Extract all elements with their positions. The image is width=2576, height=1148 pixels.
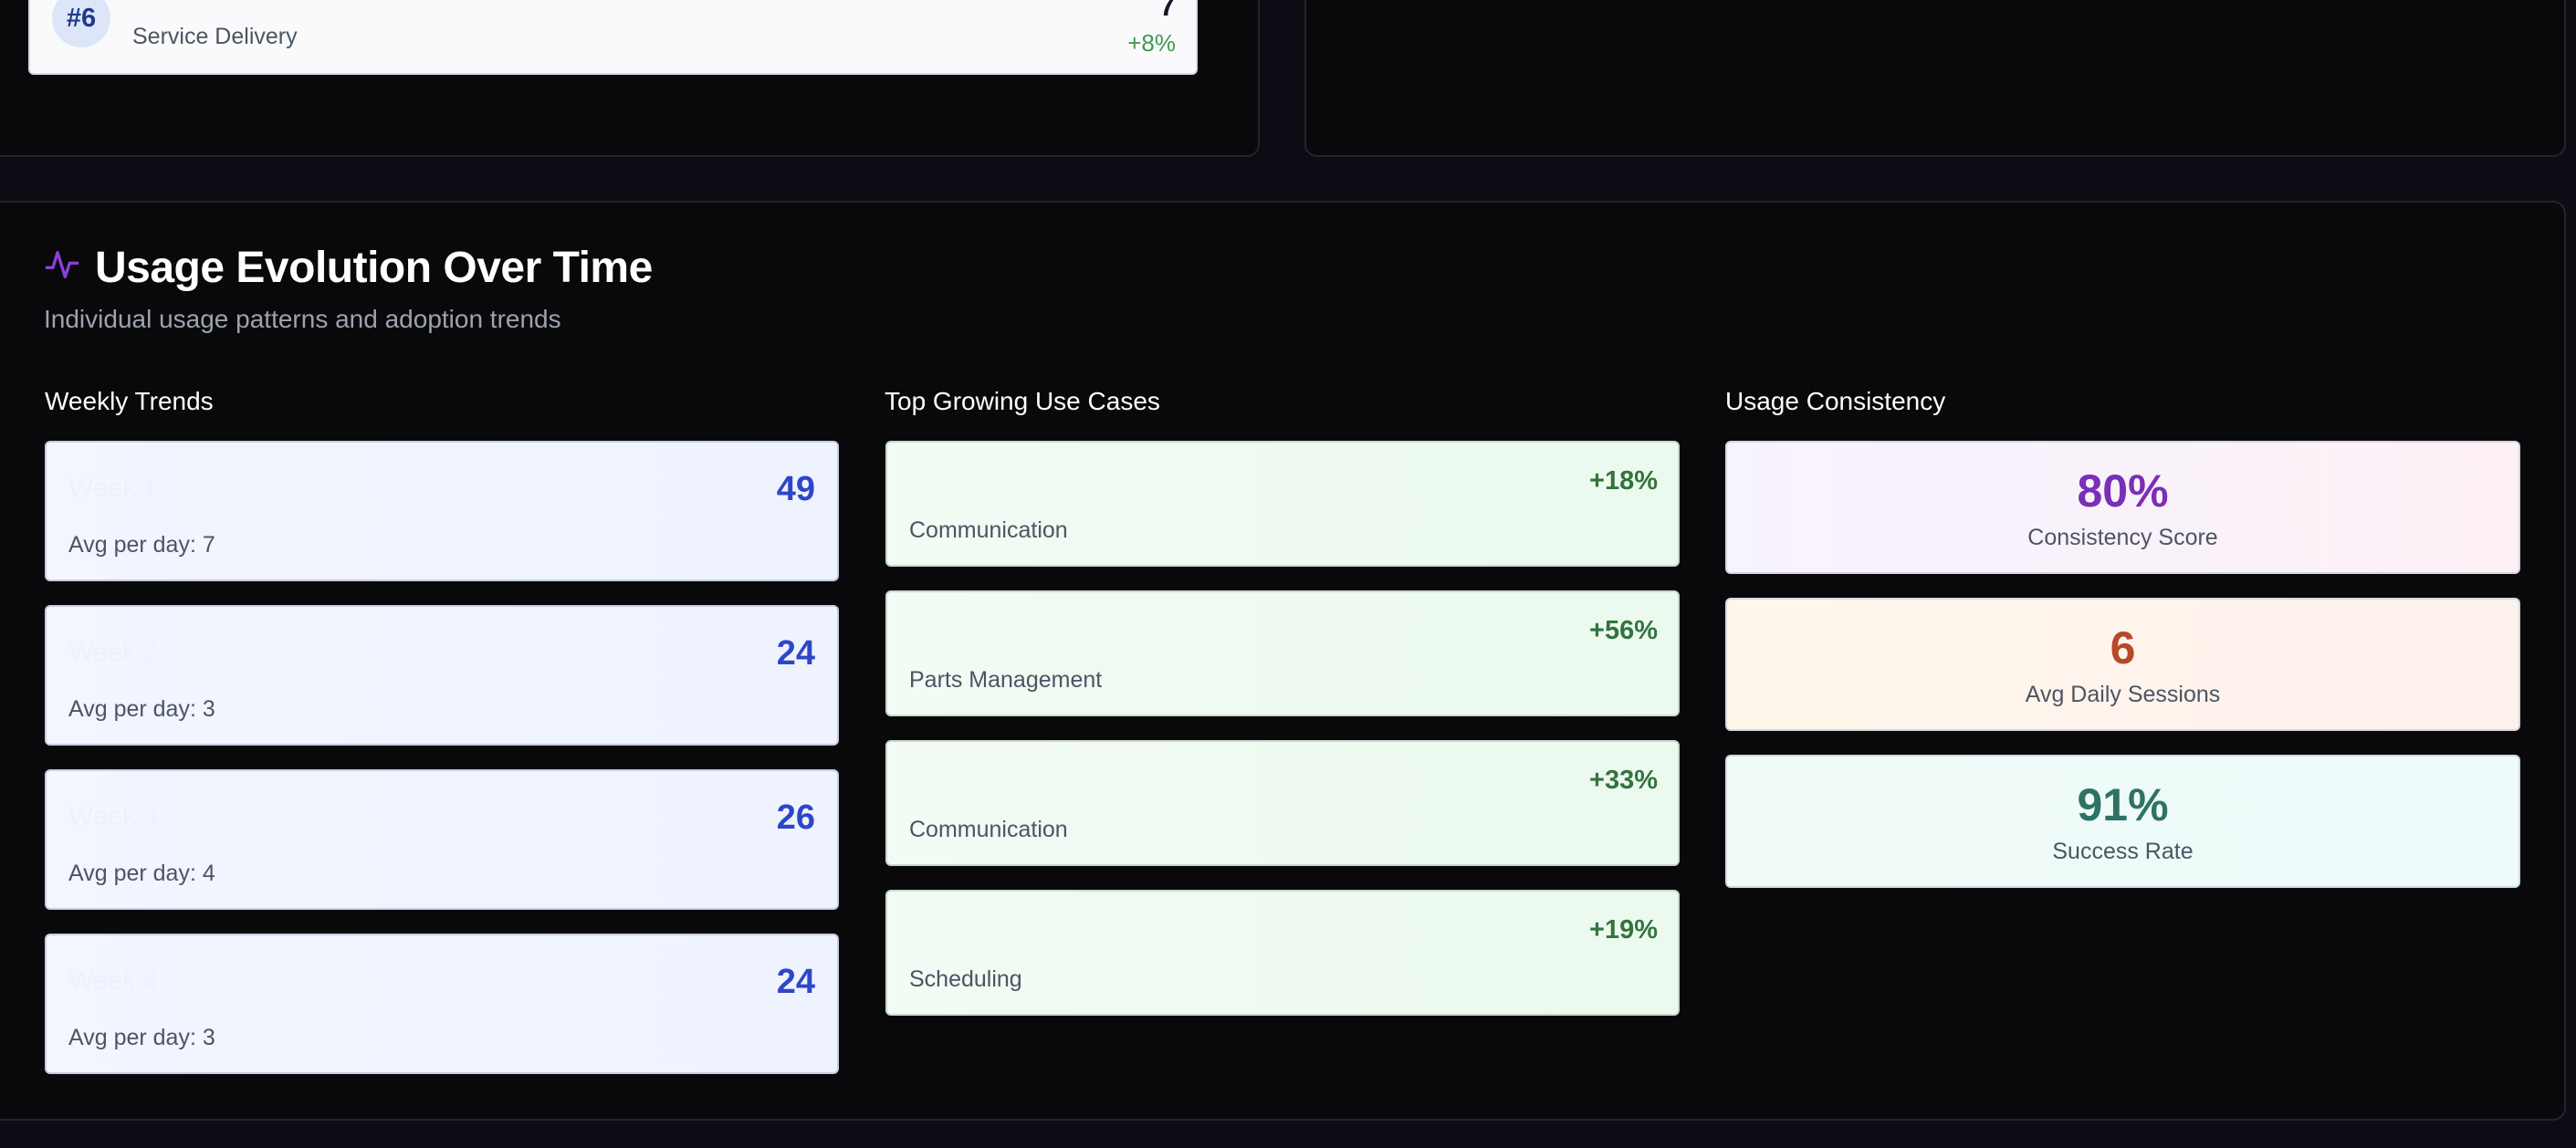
week-card[interactable]: Week 2 24 Avg per day: 3 [45, 605, 839, 746]
use-case-name: Parts Management [909, 667, 1103, 693]
metric-value: 91% [2077, 779, 2169, 830]
usage-consistency-title: Usage Consistency [1725, 387, 1946, 415]
week-avg: Avg per day: 4 [68, 861, 215, 886]
success-rate-card[interactable]: 91% Success Rate [1725, 755, 2520, 888]
activity-pulse-icon [45, 251, 79, 278]
metric-value: 6 [2110, 622, 2136, 673]
week-avg: Avg per day: 3 [68, 1025, 215, 1050]
use-case-growth: +33% [1589, 766, 1658, 795]
week-total: 26 [776, 798, 815, 837]
use-case-growth: +19% [1589, 915, 1658, 944]
use-case-growth: +56% [1589, 616, 1658, 645]
section-subtitle: Individual usage patterns and adoption t… [44, 305, 561, 333]
rank-badge: #6 [52, 0, 110, 47]
week-label: Week 4 [68, 966, 158, 996]
ranking-change: +8% [1127, 29, 1176, 57]
use-case-card[interactable]: +56% Parts Management [885, 590, 1680, 716]
side-panel [1304, 0, 2566, 157]
week-card[interactable]: Week 4 24 Avg per day: 3 [45, 934, 839, 1074]
top-growing-title: Top Growing Use Cases [885, 387, 1160, 415]
week-card[interactable]: Week 1 49 Avg per day: 7 [45, 441, 839, 581]
use-case-card[interactable]: +19% Scheduling [885, 890, 1680, 1016]
ranking-card[interactable]: #6 Service Delivery 7 +8% [28, 0, 1198, 75]
use-case-card[interactable]: +18% Communication [885, 441, 1680, 567]
ranking-name: Service Delivery [132, 24, 298, 49]
ranking-count: 7 [1159, 0, 1176, 22]
consistency-score-card[interactable]: 80% Consistency Score [1725, 441, 2520, 574]
week-avg: Avg per day: 3 [68, 696, 215, 722]
section-title: Usage Evolution Over Time [95, 244, 653, 292]
week-total: 49 [776, 470, 815, 508]
use-case-card[interactable]: +33% Communication [885, 740, 1680, 866]
use-case-name: Communication [909, 817, 1068, 842]
top-ranking-panel: #6 Service Delivery 7 +8% [0, 0, 1260, 157]
metric-label: Success Rate [2052, 839, 2194, 864]
week-label: Week 3 [68, 802, 158, 831]
metric-label: Consistency Score [2027, 525, 2218, 550]
week-label: Week 1 [68, 474, 158, 503]
use-case-name: Scheduling [909, 966, 1022, 992]
week-label: Week 2 [68, 638, 158, 667]
week-card[interactable]: Week 3 26 Avg per day: 4 [45, 769, 839, 910]
metric-value: 80% [2077, 465, 2169, 517]
week-total: 24 [776, 963, 815, 1001]
use-case-growth: +18% [1589, 466, 1658, 496]
week-total: 24 [776, 634, 815, 673]
week-avg: Avg per day: 7 [68, 532, 215, 558]
metric-label: Avg Daily Sessions [2025, 682, 2221, 707]
weekly-trends-title: Weekly Trends [45, 387, 214, 415]
avg-daily-sessions-card[interactable]: 6 Avg Daily Sessions [1725, 598, 2520, 731]
use-case-name: Communication [909, 517, 1068, 543]
